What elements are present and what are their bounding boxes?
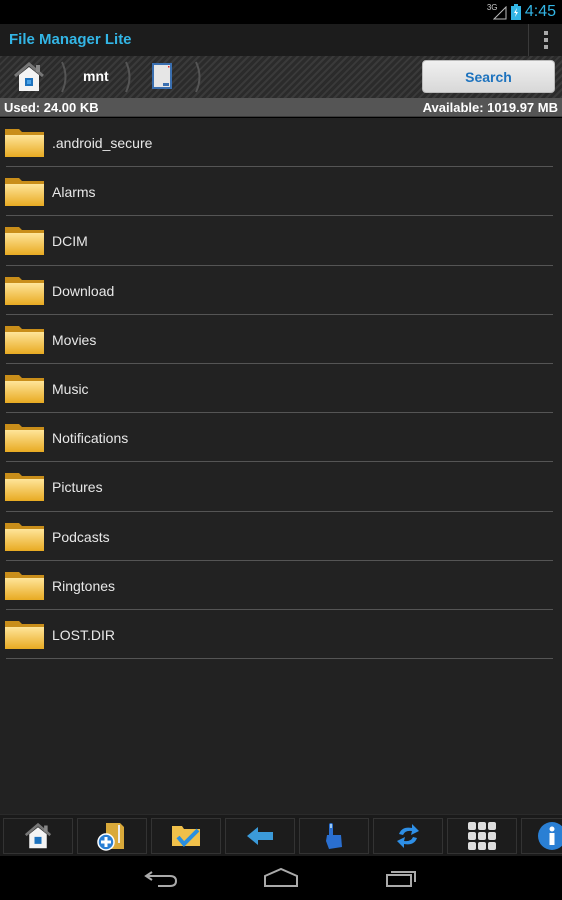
list-item[interactable]: Download — [0, 266, 562, 315]
breadcrumb-item-mnt[interactable]: mnt — [83, 68, 109, 84]
toolbar-pointer-button[interactable] — [299, 818, 369, 854]
folder-icon — [5, 325, 44, 354]
file-list: .android_secure Alarms DCIM Download Movies M… — [0, 118, 562, 814]
status-bar: 3G 4:45 — [0, 0, 562, 24]
list-item[interactable]: DCIM — [0, 216, 562, 266]
folder-icon — [5, 374, 44, 403]
folder-icon — [5, 620, 44, 649]
home-icon — [24, 822, 52, 849]
list-item[interactable]: Pictures — [0, 462, 562, 512]
overflow-menu-icon — [544, 31, 548, 35]
nav-home-button[interactable] — [261, 866, 301, 890]
storage-usage-bar: Used: 24.00 KB Available: 1019.97 MB — [0, 98, 562, 117]
available-space: Available: 1019.97 MB — [422, 100, 558, 115]
overflow-menu-button[interactable] — [536, 28, 556, 52]
file-name: Ringtones — [52, 577, 116, 594]
back-icon — [144, 871, 178, 887]
breadcrumb-home-icon[interactable] — [12, 61, 46, 93]
home-icon — [264, 867, 298, 887]
file-name: Music — [52, 380, 89, 397]
file-name: DCIM — [52, 233, 88, 250]
folder-icon — [5, 129, 44, 157]
info-icon — [538, 822, 562, 850]
file-name: Download — [52, 282, 115, 299]
toolbar-back-button[interactable] — [225, 818, 295, 854]
list-item[interactable]: .android_secure — [0, 118, 562, 168]
new-folder-icon — [97, 823, 124, 851]
list-item[interactable]: Alarms — [0, 167, 562, 217]
file-name: Movies — [52, 331, 97, 348]
app-title: File Manager Lite — [9, 31, 132, 48]
pointer-hand-icon — [326, 823, 342, 849]
bottom-toolbar — [0, 814, 562, 856]
breadcrumb-separator — [61, 61, 67, 93]
folder-icon — [5, 424, 44, 453]
sd-card-icon[interactable] — [151, 62, 173, 90]
folder-icon — [5, 276, 44, 305]
nav-recent-apps-button[interactable] — [381, 866, 421, 890]
list-item[interactable]: Movies — [0, 315, 562, 364]
used-space: Used: 24.00 KB — [4, 100, 99, 115]
file-name: LOST.DIR — [52, 626, 116, 643]
breadcrumb-separator — [125, 61, 131, 93]
folder-icon — [5, 178, 44, 207]
list-item[interactable]: LOST.DIR — [0, 610, 562, 660]
clock: 4:45 — [524, 3, 556, 20]
navigation-bar — [0, 856, 562, 900]
refresh-icon — [397, 824, 419, 848]
nav-back-button[interactable] — [142, 866, 182, 890]
toolbar-refresh-button[interactable] — [373, 818, 443, 854]
toolbar-select-button[interactable] — [151, 818, 221, 854]
toolbar-home-button[interactable] — [3, 818, 73, 854]
folder-icon — [5, 227, 44, 256]
divider — [528, 24, 529, 56]
list-item[interactable]: Notifications — [0, 413, 562, 463]
list-item[interactable]: Podcasts — [0, 512, 562, 561]
list-item[interactable]: Ringtones — [0, 561, 562, 610]
back-arrow-icon — [247, 827, 273, 845]
signal-icon: 3G — [487, 3, 507, 21]
folder-icon — [5, 473, 44, 502]
grid-view-icon — [468, 822, 496, 850]
file-name: Pictures — [52, 479, 103, 496]
search-button[interactable]: Search — [422, 60, 555, 93]
file-name: Notifications — [52, 430, 129, 447]
breadcrumb: mnt Search — [0, 56, 562, 98]
toolbar-info-button[interactable] — [521, 818, 562, 854]
toolbar-new-folder-button[interactable] — [77, 818, 147, 854]
recent-apps-icon — [386, 871, 416, 887]
breadcrumb-separator — [195, 61, 201, 93]
action-bar: File Manager Lite — [0, 24, 562, 56]
list-item[interactable]: Music — [0, 364, 562, 414]
file-name: .android_secure — [52, 135, 153, 151]
file-name: Podcasts — [52, 528, 110, 545]
divider — [6, 658, 553, 660]
toolbar-grid-view-button[interactable] — [447, 818, 517, 854]
folder-icon — [5, 571, 44, 600]
select-folder-icon — [172, 826, 200, 847]
folder-icon — [5, 522, 44, 551]
battery-charging-icon — [510, 4, 521, 20]
file-name: Alarms — [52, 184, 96, 201]
